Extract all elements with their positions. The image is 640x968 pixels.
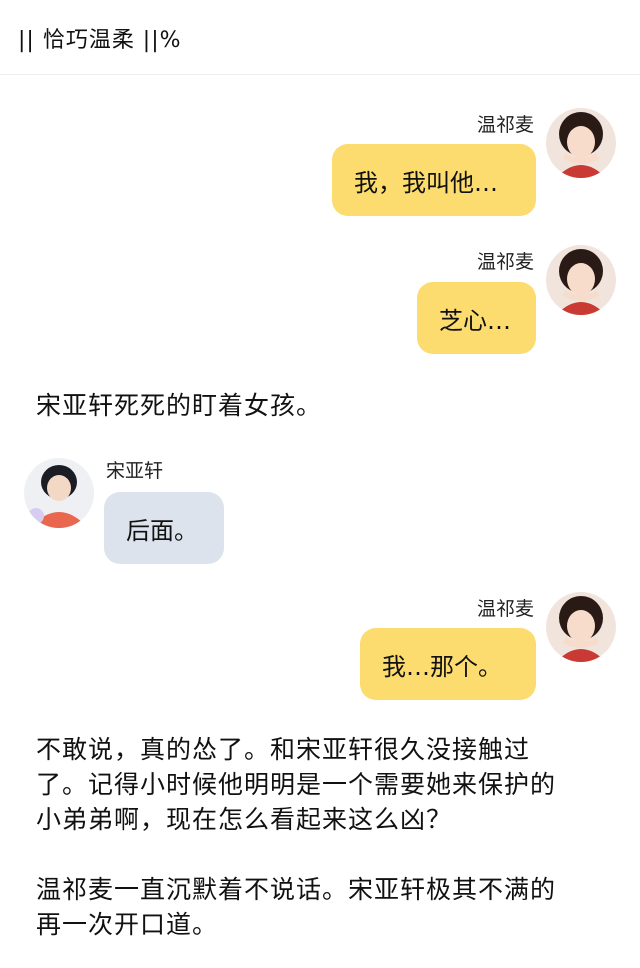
message-bubble: 我…那个。 — [360, 628, 536, 700]
message-bubble: 我，我叫他… — [332, 144, 536, 216]
top-bar: || 恰巧温柔 ||% — [0, 0, 640, 75]
avatar-girl[interactable] — [546, 108, 616, 178]
narration-line: 不敢说，真的怂了。和宋亚轩很久没接触过 — [36, 735, 531, 764]
narration-line: 宋亚轩死死的盯着女孩。 — [36, 391, 323, 420]
message-text: 后面。 — [126, 516, 198, 545]
message-bubble: 后面。 — [104, 492, 224, 564]
message-text: 我，我叫他… — [354, 168, 498, 197]
speaker-name: 温祁麦 — [476, 251, 534, 273]
narration-paragraph: 温祁麦一直沉默着不说话。宋亚轩极其不满的 再一次开口道。 — [36, 872, 556, 942]
narration-line: 温祁麦一直沉默着不说话。宋亚轩极其不满的 — [36, 875, 557, 904]
narration-line: 再一次开口道。 — [36, 910, 219, 939]
message-text: 芝心… — [439, 306, 511, 335]
narration-line: 了。记得小时候他明明是一个需要她来保护的 — [36, 770, 557, 799]
message-text: 我…那个。 — [382, 652, 502, 681]
speaker-name: 宋亚轩 — [106, 460, 164, 482]
chapter-title: || 恰巧温柔 ||% — [18, 28, 182, 53]
speaker-name: 温祁麦 — [476, 598, 534, 620]
avatar-boy[interactable] — [24, 458, 94, 528]
avatar-girl[interactable] — [546, 245, 616, 315]
narration-line: 小弟弟啊，现在怎么看起来这么凶？ — [36, 805, 453, 834]
message-bubble: 芝心… — [417, 282, 536, 354]
avatar-girl[interactable] — [546, 592, 616, 662]
narration-paragraph: 不敢说，真的怂了。和宋亚轩很久没接触过 了。记得小时候他明明是一个需要她来保护的… — [36, 732, 556, 837]
speaker-name: 温祁麦 — [476, 114, 534, 136]
